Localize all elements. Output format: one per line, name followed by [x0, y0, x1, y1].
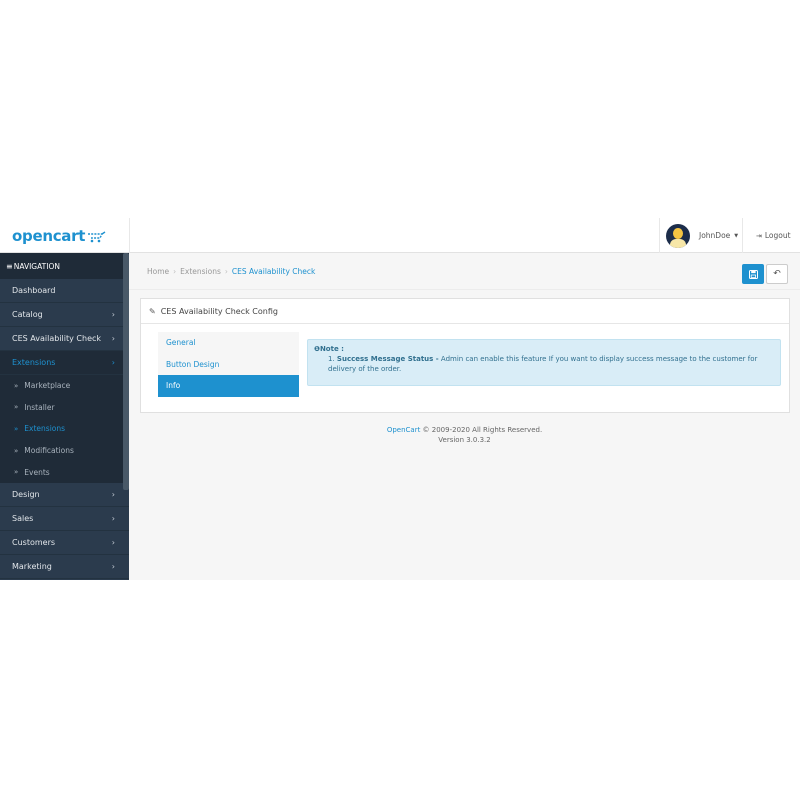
nav-header: ≡ NAVIGATION	[0, 253, 129, 279]
double-chevron-icon: »	[14, 424, 19, 433]
double-chevron-icon: »	[14, 403, 19, 412]
chevron-right-icon: ›	[111, 513, 115, 523]
sidebar-item-label: Catalog	[12, 310, 43, 319]
chevron-right-icon: ›	[111, 561, 115, 571]
sidebar-item-design[interactable]: Design ›	[0, 483, 129, 507]
sidebar-item-ces-availability-check[interactable]: CES Availability Check ›	[0, 327, 129, 351]
sidebar-item-label: Sales	[12, 513, 34, 523]
tab-info[interactable]: Info	[158, 375, 299, 397]
sidebar-subitem-extensions[interactable]: » Extensions	[0, 418, 129, 440]
sidebar-item-sales[interactable]: Sales ›	[0, 507, 129, 531]
main-content: Home › Extensions › CES Availability Che…	[129, 253, 800, 580]
bars-icon: ≡	[6, 261, 13, 271]
info-note: ❶Note : 1. Success Message Status - Admi…	[307, 339, 781, 386]
logo-text: opencart	[12, 227, 86, 245]
user-menu[interactable]: JohnDoe ▼	[659, 218, 743, 253]
footer: OpenCart © 2009-2020 All Rights Reserved…	[129, 425, 800, 445]
pencil-icon: ✎	[149, 306, 156, 316]
footer-copyright: © 2009-2020 All Rights Reserved.	[420, 426, 543, 434]
username: JohnDoe	[699, 231, 731, 240]
sidebar-item-label: Dashboard	[12, 286, 56, 295]
sidebar-item-marketing[interactable]: Marketing ›	[0, 555, 129, 579]
sidebar-item-customers[interactable]: Customers ›	[0, 531, 129, 555]
sign-out-icon: ⇥	[756, 231, 762, 240]
sidebar-subitem-label: Extensions	[24, 424, 66, 434]
sidebar-item-catalog[interactable]: Catalog ›	[0, 303, 129, 327]
chevron-right-icon: ›	[111, 310, 115, 319]
opencart-logo[interactable]: opencart	[12, 226, 107, 246]
note-title: Note :	[319, 345, 344, 353]
sidebar-subitem-events[interactable]: » Events	[0, 461, 129, 483]
nav-title: NAVIGATION	[13, 261, 60, 271]
reply-icon: ↶	[773, 269, 781, 279]
back-button[interactable]: ↶	[766, 264, 788, 284]
logout-label: Logout	[764, 231, 791, 240]
tab-general[interactable]: General	[158, 332, 299, 354]
sidebar-subitem-installer[interactable]: » Installer	[0, 396, 129, 419]
tab-button-design[interactable]: Button Design	[158, 353, 299, 376]
breadcrumb-extensions[interactable]: Extensions	[180, 267, 221, 276]
avatar	[666, 223, 690, 248]
chevron-right-icon: ›	[111, 334, 115, 343]
sidebar-item-label: Design	[12, 489, 40, 499]
sidebar-item-dashboard[interactable]: Dashboard	[0, 279, 129, 303]
sidebar-subitem-marketplace[interactable]: » Marketplace	[0, 375, 129, 397]
top-header: opencart JohnDoe ▼ ⇥ Logout	[0, 218, 800, 253]
breadcrumb-current[interactable]: CES Availability Check	[232, 267, 315, 276]
sidebar-subitem-label: Installer	[24, 402, 55, 412]
config-panel: ✎ CES Availability Check Config General …	[140, 298, 790, 413]
caret-down-icon: ▼	[734, 232, 739, 239]
breadcrumb-separator: ›	[173, 267, 177, 276]
sidebar: ≡ NAVIGATION Dashboard Catalog › CES Ava…	[0, 253, 129, 580]
chevron-right-icon: ›	[111, 489, 115, 499]
note-item-number: 1.	[328, 355, 335, 363]
breadcrumb-separator: ›	[224, 267, 228, 276]
sidebar-subitem-label: Events	[24, 467, 50, 477]
page-header: Home › Extensions › CES Availability Che…	[129, 253, 800, 290]
double-chevron-icon: »	[14, 381, 19, 390]
sidebar-item-label: Marketing	[12, 561, 52, 571]
app-window: opencart JohnDoe ▼ ⇥ Logout ≡ NAVIGATION…	[0, 218, 800, 580]
panel-heading: ✎ CES Availability Check Config	[141, 299, 789, 324]
breadcrumb: Home › Extensions › CES Availability Che…	[147, 267, 315, 276]
breadcrumb-home[interactable]: Home	[147, 267, 169, 276]
chevron-right-icon: ›	[111, 358, 115, 367]
sidebar-item-label: Customers	[12, 537, 56, 547]
sidebar-item-label: CES Availability Check	[12, 334, 102, 343]
footer-version: Version 3.0.3.2	[438, 436, 491, 444]
vertical-tabs: General Button Design Info	[158, 332, 299, 397]
double-chevron-icon: »	[14, 468, 19, 477]
sidebar-subitem-label: Marketplace	[24, 381, 71, 391]
sidebar-subitem-label: Modifications	[24, 446, 74, 456]
header-divider	[129, 218, 130, 253]
sidebar-subitem-modifications[interactable]: » Modifications	[0, 439, 129, 462]
sidebar-item-extensions[interactable]: Extensions ›	[0, 351, 129, 375]
footer-brand-link[interactable]: OpenCart	[387, 426, 421, 434]
sidebar-item-label: Extensions	[12, 358, 56, 367]
note-item-bold: Success Message Status -	[336, 355, 439, 363]
note-list-item: 1. Success Message Status - Admin can en…	[314, 354, 774, 374]
save-icon	[748, 269, 758, 279]
logout-link[interactable]: ⇥ Logout	[756, 231, 791, 240]
save-button[interactable]	[742, 264, 764, 284]
cart-icon	[87, 231, 107, 245]
double-chevron-icon: »	[14, 446, 19, 455]
panel-title: CES Availability Check Config	[160, 306, 278, 316]
chevron-right-icon: ›	[111, 537, 115, 547]
